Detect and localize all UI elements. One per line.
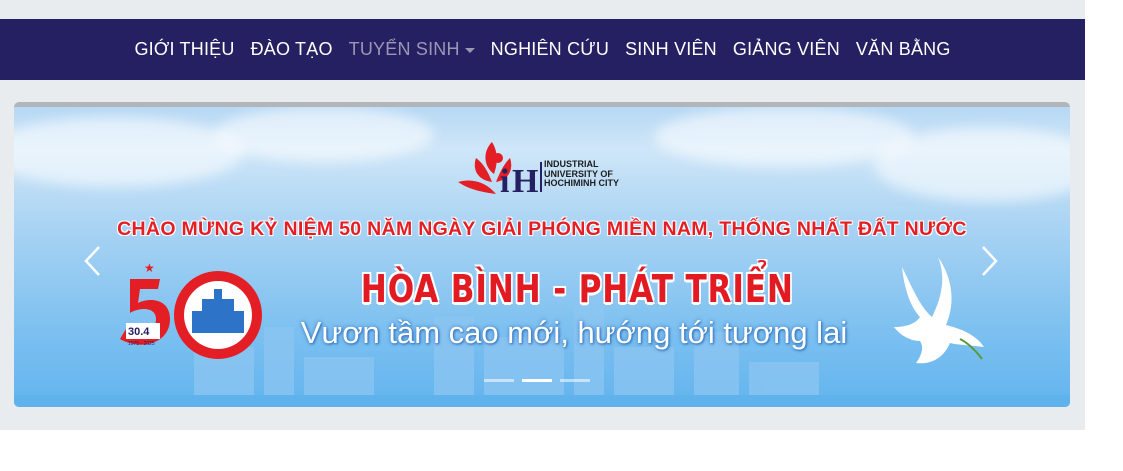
- nav-item-tuyen-sinh-label: TUYỂN SINH: [348, 39, 460, 59]
- nav-item-tuyen-sinh[interactable]: TUYỂN SINH: [341, 39, 483, 60]
- nav-item-gioi-thieu[interactable]: GIỚI THIỆU: [126, 39, 242, 60]
- banner-tagline: Vươn tầm cao mới, hướng tới tương lai: [300, 315, 848, 350]
- svg-text:i: i: [500, 163, 509, 200]
- logo-line-3: HOCHIMINH CITY: [544, 178, 619, 188]
- emblem-date-text: 30.4: [128, 326, 150, 338]
- svg-text:H: H: [512, 163, 538, 200]
- carousel-indicator-2[interactable]: [522, 379, 552, 382]
- cloud-decoration: [14, 117, 244, 187]
- cloud-decoration: [874, 127, 1070, 202]
- carousel-next-button[interactable]: [980, 245, 1000, 277]
- anniversary-50-emblem: ★ 30.4 1975 - 2025: [120, 261, 262, 359]
- nav-item-sinh-vien[interactable]: SINH VIÊN: [617, 39, 725, 60]
- hero-carousel[interactable]: i H INDUSTRIAL UNIVERSITY OF HOCHIMINH C…: [14, 102, 1070, 407]
- carousel-indicator-3[interactable]: [560, 379, 590, 382]
- cloud-decoration: [214, 107, 434, 162]
- nav-item-giang-vien[interactable]: GIẢNG VIÊN: [725, 39, 848, 60]
- emblem-years-text: 1975 - 2025: [128, 341, 155, 347]
- logo-text: INDUSTRIAL UNIVERSITY OF HOCHIMINH CITY: [544, 159, 619, 189]
- carousel-prev-button[interactable]: [82, 245, 102, 277]
- peace-dove-image: [894, 257, 984, 364]
- nav-item-nghien-cuu[interactable]: NGHIÊN CỨU: [483, 39, 617, 60]
- carousel-indicators: [484, 379, 590, 382]
- chevron-down-icon: [464, 48, 475, 53]
- nav-item-van-bang[interactable]: VĂN BẰNG: [848, 39, 959, 60]
- banner-headline: CHÀO MỪNG KỶ NIỆM 50 NĂM NGÀY GIẢI PHÓNG…: [117, 218, 967, 240]
- nav-item-dao-tao[interactable]: ĐÀO TẠO: [243, 39, 341, 60]
- banner-slogan: HÒA BÌNH - PHÁT TRIỂN: [360, 267, 794, 311]
- svg-text:★: ★: [144, 261, 155, 275]
- main-navbar: GIỚI THIỆU ĐÀO TẠO TUYỂN SINH NGHIÊN CỨU…: [0, 19, 1085, 80]
- carousel-indicator-1[interactable]: [484, 379, 514, 382]
